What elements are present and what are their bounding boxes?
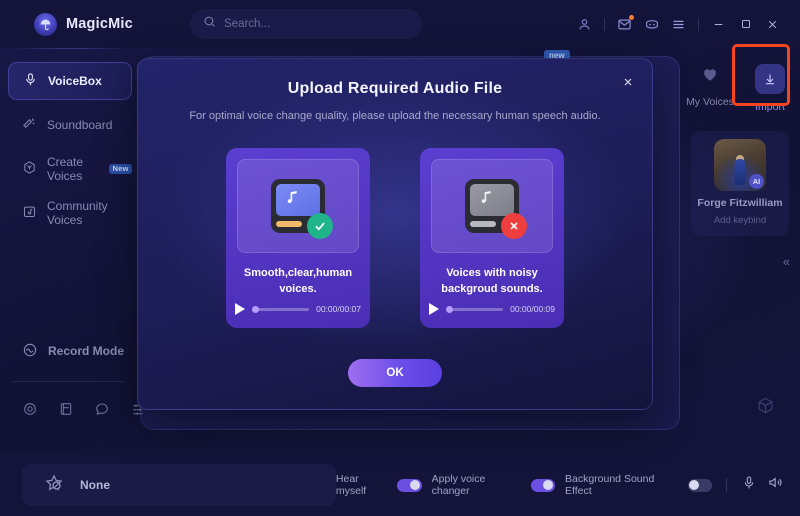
slider-knob[interactable] (446, 305, 453, 313)
music-file-icon (465, 179, 527, 239)
audio-player[interactable]: 00:00/00:07 (235, 303, 361, 315)
page-title: Upload Required Audio File (287, 80, 503, 97)
music-note-glyph (478, 188, 496, 211)
example-card-bad[interactable]: Voices with noisy backgroud sounds. 00:0… (420, 148, 564, 328)
audio-player[interactable]: 00:00/00:09 (429, 303, 555, 315)
app-window: MagicMic Search... VoiceBox Soundboard C… (0, 0, 800, 516)
time-readout: 00:00/00:07 (316, 304, 361, 314)
time-readout: 00:00/00:09 (510, 304, 555, 314)
music-note-glyph (284, 188, 302, 211)
example-card-label: Voices with noisy backgroud sounds. (441, 267, 543, 295)
dialog-subtitle: For optimal voice change quality, please… (189, 110, 601, 122)
x-circle-icon (501, 213, 527, 239)
thumbnail (237, 159, 359, 253)
upload-audio-dialog: Upload Required Audio File For optimal v… (137, 58, 653, 410)
play-icon[interactable] (235, 303, 245, 315)
example-card-good[interactable]: Smooth,clear,human voices. 00:00/00:07 (226, 148, 370, 328)
close-icon[interactable] (618, 72, 638, 92)
thumbnail (431, 159, 553, 253)
progress-slider[interactable] (252, 305, 310, 313)
slider-knob[interactable] (252, 305, 259, 313)
file-bar (470, 221, 496, 227)
check-circle-icon (307, 213, 333, 239)
file-bar (276, 221, 302, 227)
example-card-label: Smooth,clear,human voices. (243, 267, 353, 295)
example-cards: Smooth,clear,human voices. 00:00/00:07 V… (138, 148, 652, 328)
play-icon[interactable] (429, 303, 439, 315)
music-file-icon (271, 179, 333, 239)
progress-slider[interactable] (446, 305, 504, 313)
ok-button[interactable]: OK (348, 359, 442, 387)
